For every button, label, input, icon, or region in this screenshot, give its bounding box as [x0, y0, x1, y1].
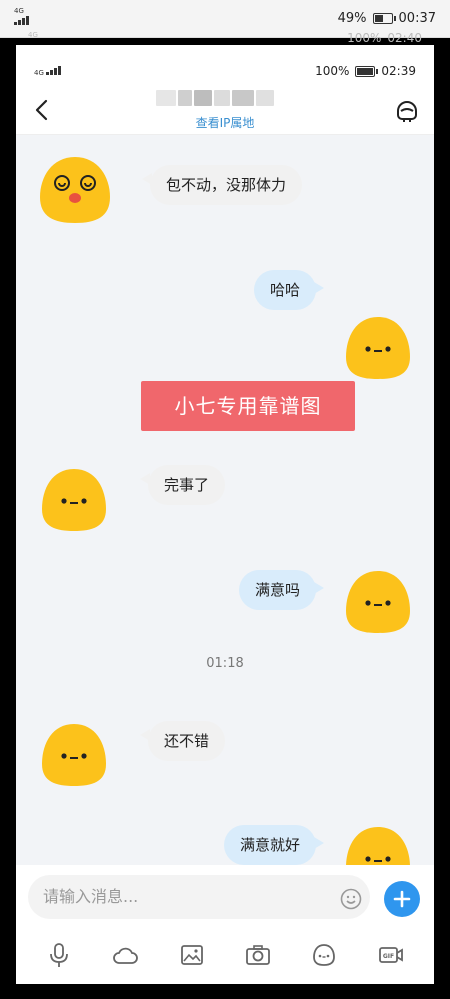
message-bubble[interactable]: 还不错: [139, 721, 226, 761]
ip-location-link[interactable]: 查看IP属地: [16, 114, 434, 131]
ghost-status-bar: 4G 100% 02:40: [0, 31, 450, 45]
inner-signal-icon: 4G: [34, 65, 68, 77]
inner-network: 4G: [34, 69, 44, 77]
contact-avatar[interactable]: [40, 720, 108, 788]
cloud-icon[interactable]: [111, 941, 139, 969]
chat-screen: 4G 100% 02:39 查看IP属地 包不动，没那体力 哈哈 小七专用靠谱图…: [16, 45, 434, 984]
contact-avatar[interactable]: [40, 465, 108, 533]
watermark-label: 小七专用靠谱图: [141, 381, 355, 431]
profile-face-icon: [397, 101, 417, 122]
ghost-network: 4G: [28, 31, 38, 39]
outer-battery-icon: [372, 13, 396, 24]
add-attachment-button[interactable]: [384, 881, 420, 917]
contact-name-redacted: [156, 90, 288, 108]
outer-battery-percent: 49%: [337, 11, 367, 26]
message-bubble[interactable]: 完事了: [139, 465, 226, 505]
emoji-icon[interactable]: [310, 941, 338, 969]
message-input[interactable]: 请输入消息...: [28, 875, 370, 919]
svg-text:GIF: GIF: [383, 953, 394, 960]
message-bubble[interactable]: 哈哈: [253, 270, 325, 310]
outer-signal-icon: 4G: [14, 8, 38, 27]
emoji-smile-icon[interactable]: [340, 888, 362, 910]
outer-network: 4G: [14, 7, 24, 15]
message-bubble[interactable]: 包不动，没那体力: [141, 165, 303, 205]
inner-status-bar: 4G 100% 02:39: [16, 45, 434, 87]
chat-header: 查看IP属地: [16, 87, 434, 135]
my-avatar[interactable]: [344, 823, 412, 865]
ghost-battery-percent: 100%: [347, 31, 382, 45]
message-timestamp: 01:18: [206, 656, 244, 671]
image-icon[interactable]: [178, 941, 206, 969]
message-bubble[interactable]: 满意吗: [238, 570, 325, 610]
inner-battery-percent: 100%: [315, 64, 350, 78]
screenshot-frame: 4G 49% 00:37 4G 100% 02:40 4G 100% 02:39: [0, 0, 450, 999]
composer-bar: 请输入消息...: [16, 865, 434, 925]
outer-time: 00:37: [398, 11, 436, 26]
inner-time: 02:39: [381, 64, 416, 78]
plus-icon: [393, 890, 411, 908]
my-avatar[interactable]: [344, 567, 412, 635]
gif-icon[interactable]: GIF: [377, 941, 405, 969]
contact-avatar-dizzy[interactable]: [38, 153, 112, 225]
message-list[interactable]: 包不动，没那体力 哈哈 小七专用靠谱图 完事了 满意吗 01:18 还不错 满意…: [16, 135, 434, 865]
message-bubble[interactable]: 满意就好: [223, 825, 325, 865]
bottom-toolbar: GIF: [16, 925, 434, 984]
ghost-time: 02:40: [387, 31, 422, 45]
my-avatar[interactable]: [344, 313, 412, 381]
camera-icon[interactable]: [244, 941, 272, 969]
profile-button[interactable]: [392, 95, 422, 125]
inner-battery-icon: [355, 65, 379, 77]
voice-icon[interactable]: [45, 941, 73, 969]
